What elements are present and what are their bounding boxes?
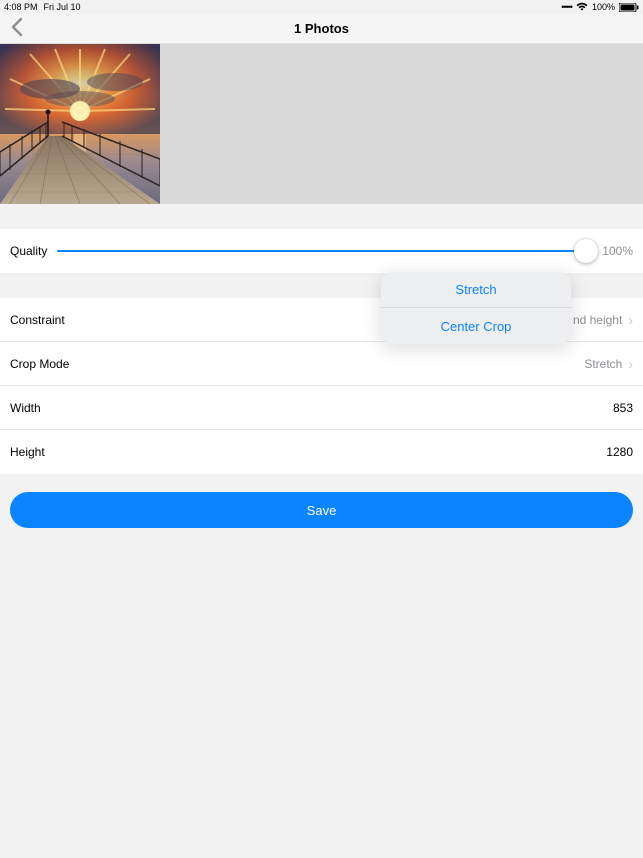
constraint-value: nd height [573,313,622,327]
height-value: 1280 [606,445,633,459]
battery-pct: 100% [592,2,615,12]
height-label: Height [10,445,45,459]
quality-row: Quality 100% [0,229,643,273]
quality-percent: 100% [602,244,633,258]
chevron-right-icon: › [628,356,633,372]
quality-slider[interactable] [57,250,586,252]
width-row[interactable]: Width 853 [0,386,643,430]
slider-knob[interactable] [574,239,598,263]
cellular-icon: ••••• [561,2,572,12]
width-value: 853 [613,401,633,415]
wifi-icon [576,2,588,13]
photo-thumbnail[interactable] [0,44,160,204]
photo-strip [0,44,643,204]
status-bar: 4:08 PM Fri Jul 10 ••••• 100% [0,0,643,14]
chevron-right-icon: › [628,312,633,328]
status-time: 4:08 PM [4,2,38,12]
popover-option-stretch[interactable]: Stretch [381,272,571,308]
popover-option-center-crop[interactable]: Center Crop [381,308,571,344]
page-title: 1 Photos [294,21,349,36]
height-row[interactable]: Height 1280 [0,430,643,474]
battery-icon [619,3,639,12]
crop-mode-value: Stretch [584,357,622,371]
save-button[interactable]: Save [10,492,633,528]
crop-mode-row[interactable]: Crop Mode Stretch › [0,342,643,386]
crop-mode-popover: Stretch Center Crop [381,272,571,344]
width-label: Width [10,401,41,415]
crop-mode-label: Crop Mode [10,357,69,371]
nav-bar: 1 Photos [0,14,643,44]
constraint-label: Constraint [10,313,65,327]
status-date: Fri Jul 10 [44,2,81,12]
quality-label: Quality [10,244,47,258]
back-button[interactable] [10,17,24,41]
